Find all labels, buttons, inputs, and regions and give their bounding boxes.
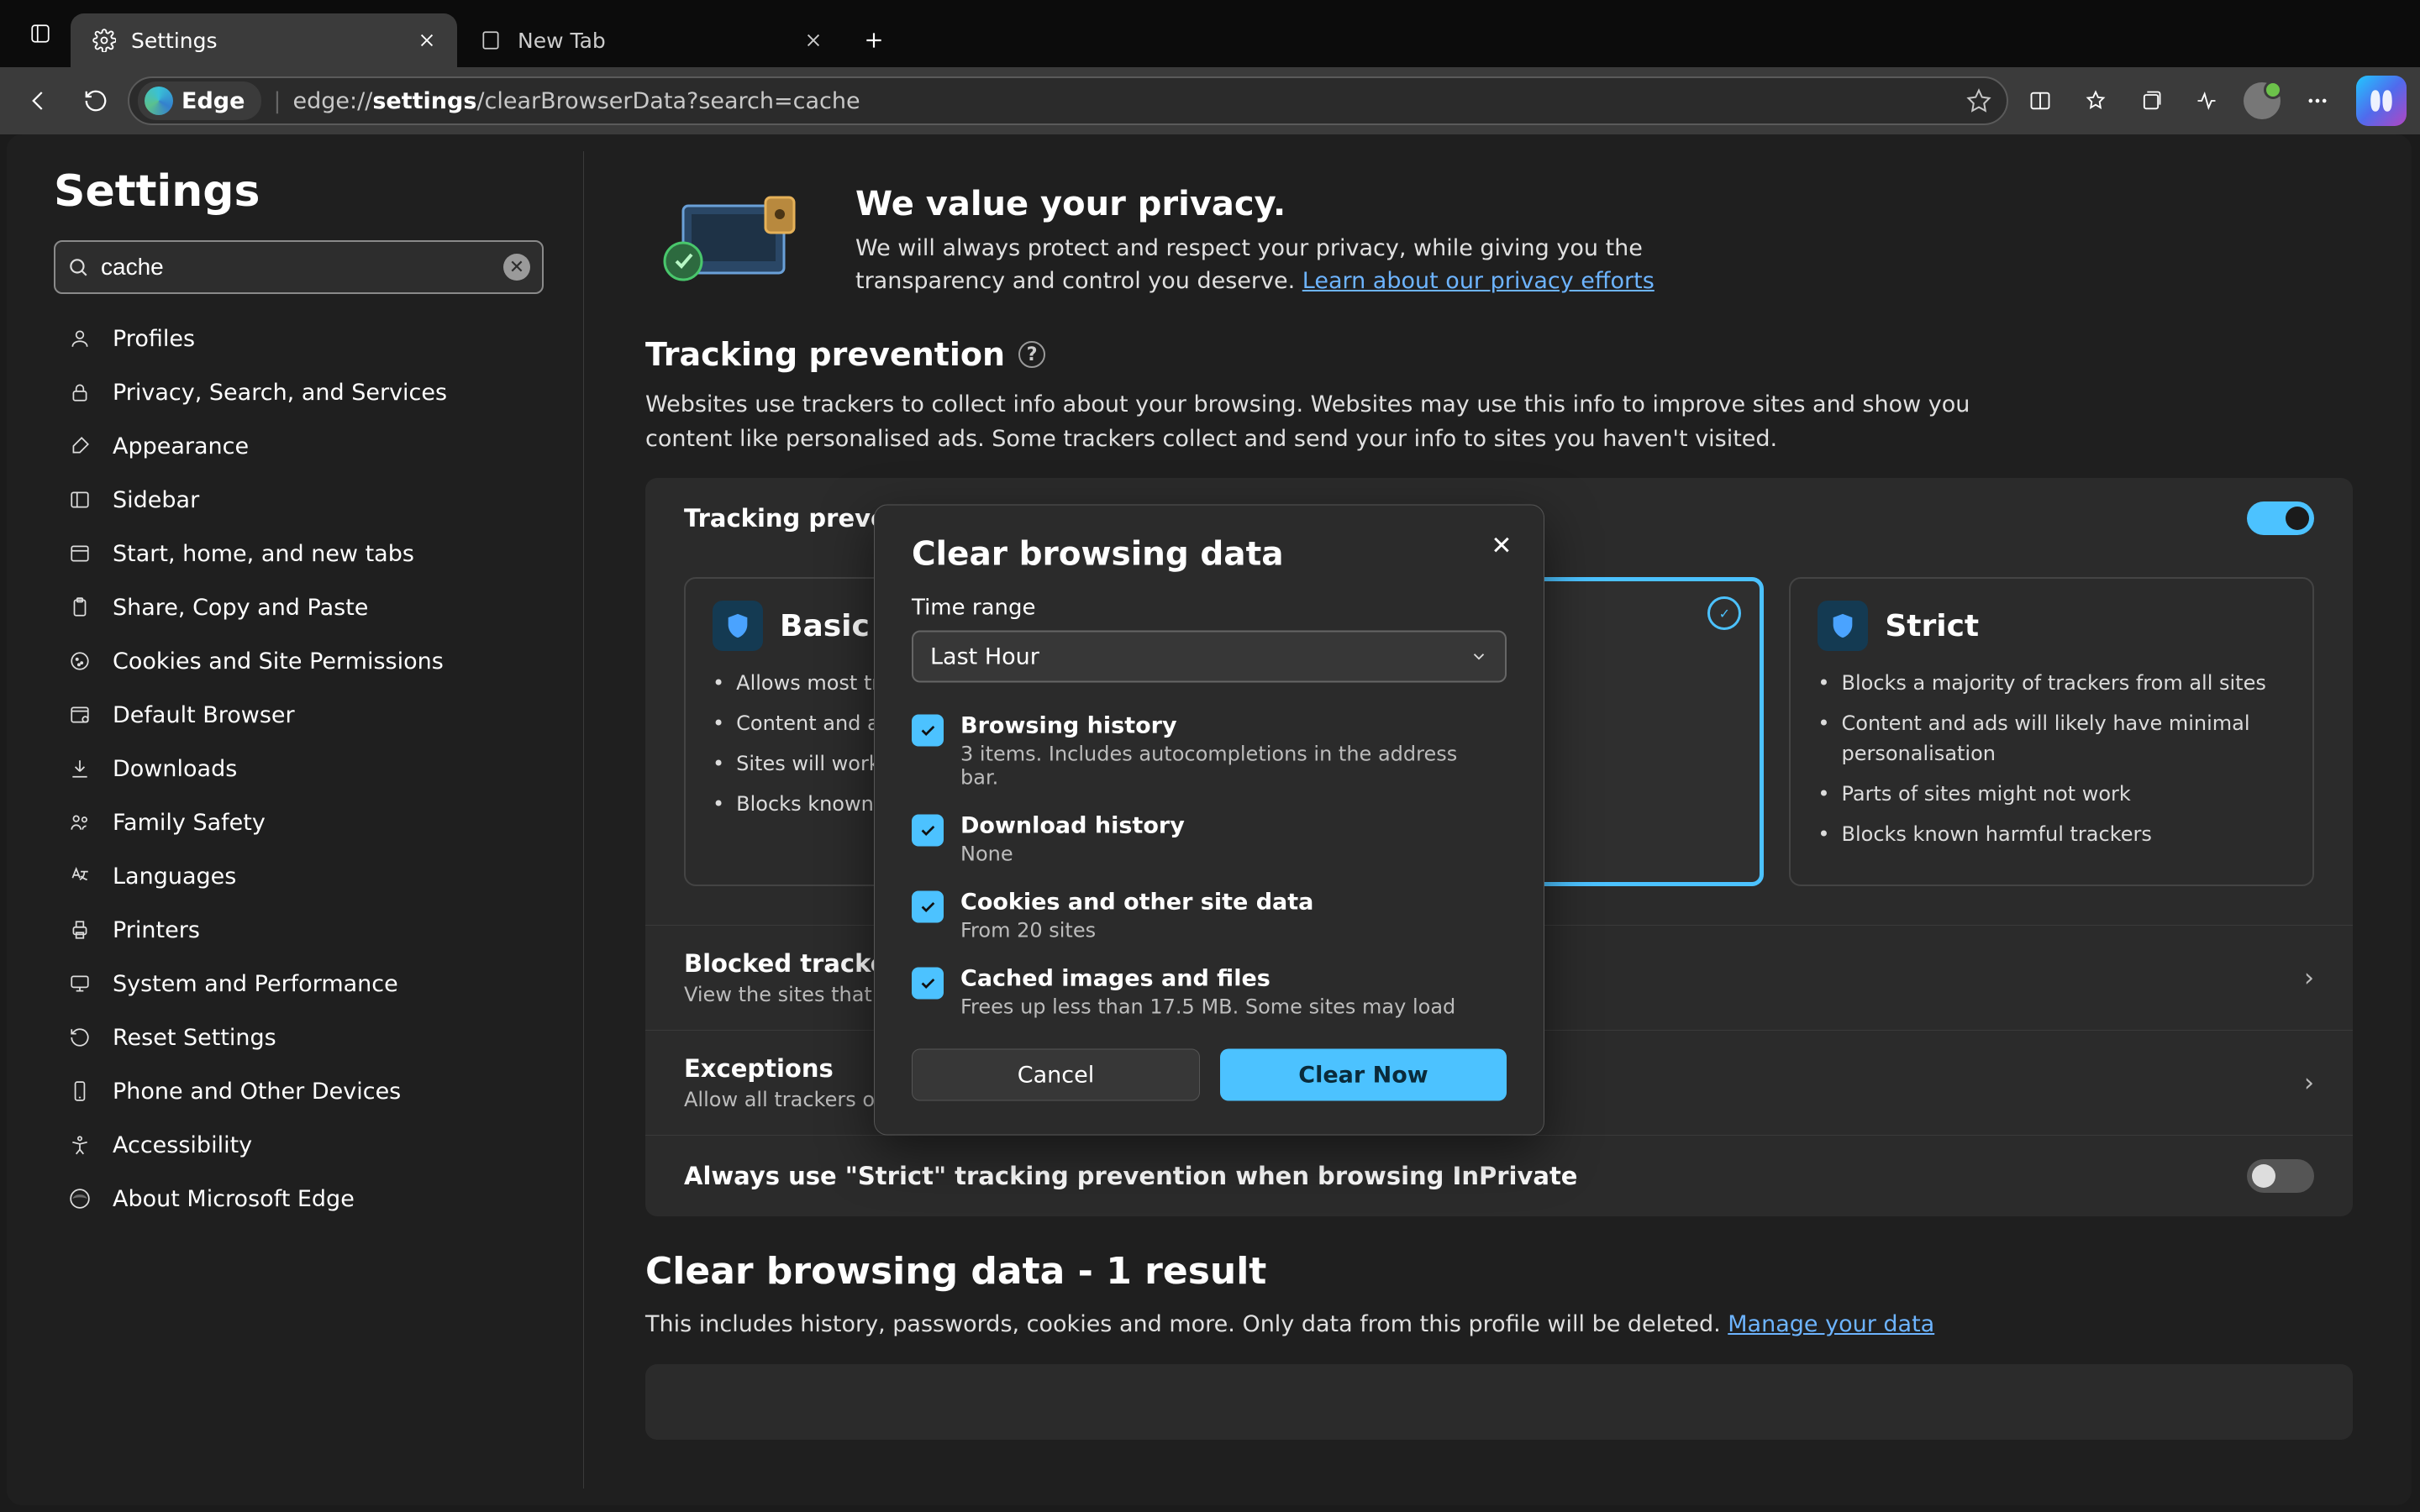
- toolbar-right: [2015, 76, 2407, 126]
- time-range-label: Time range: [912, 596, 1507, 621]
- edge-icon: [145, 87, 173, 115]
- checkbox[interactable]: [912, 715, 944, 747]
- dialog-data-item[interactable]: Browsing history 3 items. Includes autoco…: [912, 705, 1495, 798]
- collections-icon[interactable]: [2126, 76, 2176, 126]
- refresh-button[interactable]: [71, 76, 121, 126]
- more-button[interactable]: [2292, 76, 2343, 126]
- dialog-title: Clear browsing data: [912, 536, 1507, 574]
- time-range-select[interactable]: Last Hour: [912, 631, 1507, 683]
- item-sub: 3 items. Includes autocompletions in the…: [960, 743, 1495, 790]
- toolbar: Edge | edge://settings/clearBrowserData?…: [0, 67, 2420, 134]
- tab-title: Settings: [131, 29, 398, 53]
- tab-newtab[interactable]: New Tab: [457, 13, 844, 67]
- dialog-data-item[interactable]: Cookies and other site data From 20 sites: [912, 881, 1495, 951]
- item-title: Browsing history: [960, 713, 1495, 739]
- copilot-button[interactable]: [2356, 76, 2407, 126]
- item-sub: From 20 sites: [960, 919, 1313, 942]
- item-title: Cookies and other site data: [960, 890, 1313, 916]
- item-sub: Frees up less than 17.5 MB. Some sites m…: [960, 995, 1495, 1024]
- checkbox[interactable]: [912, 815, 944, 847]
- dialog-data-item[interactable]: Download history None: [912, 805, 1495, 874]
- favorite-icon[interactable]: [1966, 88, 1991, 113]
- titlebar: Settings New Tab: [0, 0, 2420, 67]
- tab-strip: Settings New Tab: [71, 0, 897, 67]
- dialog-close-button[interactable]: ✕: [1483, 528, 1520, 564]
- tab-title: New Tab: [518, 29, 785, 53]
- close-icon[interactable]: [798, 25, 829, 55]
- cancel-button[interactable]: Cancel: [912, 1049, 1200, 1101]
- dialog-buttons: Cancel Clear Now: [912, 1049, 1507, 1101]
- profile-button[interactable]: [2237, 76, 2287, 126]
- chevron-down-icon: [1470, 648, 1488, 666]
- url-text: edge://settings/clearBrowserData?search=…: [293, 88, 860, 114]
- tab-settings[interactable]: Settings: [71, 13, 457, 67]
- clear-browsing-dialog: ✕ Clear browsing data Time range Last Ho…: [874, 505, 1544, 1136]
- divider: |: [273, 88, 281, 114]
- split-screen-icon[interactable]: [2015, 76, 2065, 126]
- favorites-icon[interactable]: [2070, 76, 2121, 126]
- address-bar[interactable]: Edge | edge://settings/clearBrowserData?…: [128, 76, 2008, 125]
- content-area: Settings ✕ ProfilesPrivacy, Search, and …: [7, 134, 2412, 1505]
- gear-icon: [91, 27, 118, 54]
- back-button[interactable]: [13, 76, 64, 126]
- dialog-data-list: Browsing history 3 items. Includes autoco…: [912, 705, 1507, 1024]
- site-identity-chip[interactable]: Edge: [138, 81, 261, 120]
- clear-now-button[interactable]: Clear Now: [1220, 1049, 1507, 1101]
- close-icon[interactable]: [412, 25, 442, 55]
- item-sub: None: [960, 843, 1185, 866]
- item-title: Download history: [960, 813, 1185, 839]
- time-range-value: Last Hour: [930, 643, 1039, 669]
- new-tab-button[interactable]: [850, 17, 897, 64]
- checkbox[interactable]: [912, 891, 944, 923]
- document-icon: [477, 27, 504, 54]
- performance-icon[interactable]: [2181, 76, 2232, 126]
- chip-label: Edge: [182, 88, 245, 114]
- avatar-icon: [2244, 82, 2281, 119]
- tab-actions-button[interactable]: [15, 8, 66, 59]
- item-title: Cached images and files: [960, 966, 1495, 992]
- dialog-data-item[interactable]: Cached images and files Frees up less tha…: [912, 958, 1495, 1024]
- checkbox[interactable]: [912, 968, 944, 1000]
